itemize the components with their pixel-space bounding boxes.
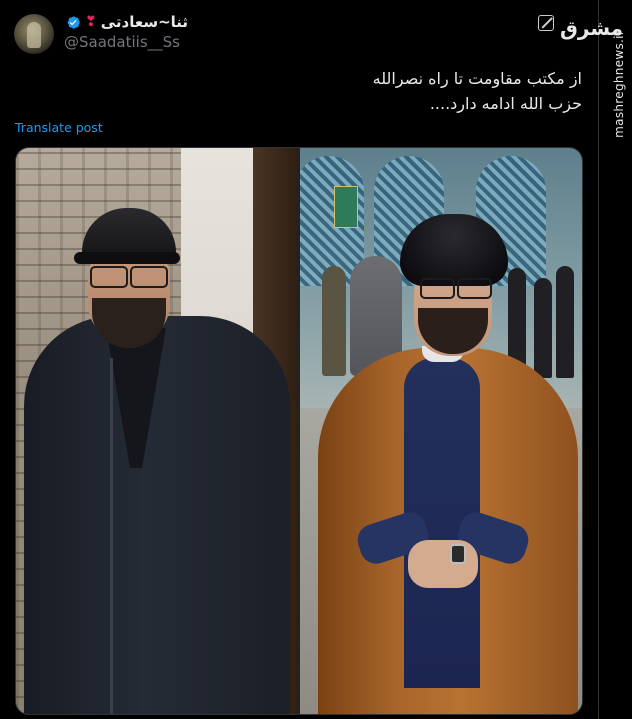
heart-icon: ❣ bbox=[85, 14, 97, 30]
translate-post-link[interactable]: Translate post bbox=[15, 120, 103, 135]
glasses bbox=[416, 278, 492, 299]
author-name[interactable]: ثنا~سعادتی bbox=[101, 13, 188, 31]
timeline-divider bbox=[598, 0, 599, 719]
background-person bbox=[322, 266, 346, 376]
watermark-site: mashreghnews.ir bbox=[612, 30, 626, 138]
tweet-media[interactable] bbox=[15, 147, 583, 715]
author-handle[interactable]: @Saadatiis__Ss bbox=[64, 33, 180, 51]
verified-badge-icon bbox=[67, 15, 80, 29]
tweet-text: از مکتب مقاومت تا راه نصرالله حزب الله ا… bbox=[300, 66, 582, 116]
photo-right[interactable] bbox=[300, 148, 582, 714]
glasses bbox=[86, 266, 170, 288]
tweet-line-1: از مکتب مقاومت تا راه نصرالله bbox=[372, 69, 582, 88]
background-person bbox=[534, 278, 552, 378]
hands bbox=[408, 540, 478, 588]
watermark-logo: مشرق bbox=[560, 16, 624, 40]
photo-left[interactable] bbox=[16, 148, 298, 714]
grok-icon[interactable] bbox=[538, 15, 554, 31]
watch bbox=[450, 544, 466, 564]
tweet-line-2: حزب الله ادامه دارد.... bbox=[429, 94, 582, 113]
sign bbox=[334, 186, 358, 228]
avatar[interactable] bbox=[14, 14, 54, 54]
background-person bbox=[556, 266, 574, 378]
author-name-row[interactable]: ❣ ثنا~سعادتی bbox=[64, 12, 188, 32]
